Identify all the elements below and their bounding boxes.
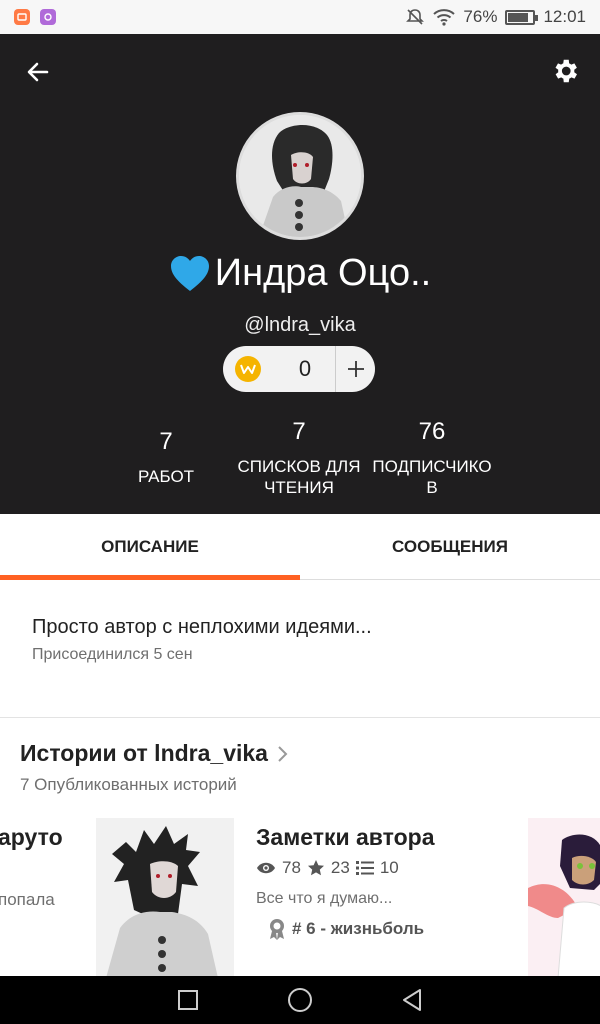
stat-followers-value: 76 xyxy=(418,418,446,445)
joined-date: Присоединился 5 сен xyxy=(32,646,193,663)
coin-count: 0 xyxy=(298,356,312,381)
stat-followers[interactable]: 76 ПОДПИСЧИКО В xyxy=(366,418,498,498)
stat-followers-label: ПОДПИСЧИКО В xyxy=(372,457,492,497)
mute-icon xyxy=(406,9,425,25)
plus-icon xyxy=(347,361,364,377)
story-description: Все что я думаю... xyxy=(256,890,393,907)
app-notification-icon xyxy=(14,9,30,25)
story-rank-text: # 6 - жизньболь xyxy=(292,919,425,938)
next-story-cover[interactable] xyxy=(528,818,600,976)
story-title[interactable]: Заметки автора xyxy=(256,824,435,851)
tab-description[interactable]: ОПИСАНИЕ xyxy=(0,514,300,580)
chevron-right-icon xyxy=(278,745,288,762)
app-notification-icon-2 xyxy=(40,9,56,25)
stat-works[interactable]: 7 РАБОТ xyxy=(126,428,206,487)
wifi-icon xyxy=(433,9,456,26)
battery-percent: 76% xyxy=(463,7,498,26)
profile-name: Индра Оцо.. xyxy=(214,252,432,294)
home-icon[interactable] xyxy=(287,987,313,1013)
about-section: Просто автор с неплохими идеями... Присо… xyxy=(0,580,600,718)
profile-header: Индра Оцо.. @lndra_vika 0 7 РАБОТ 7 СПИС… xyxy=(0,34,600,514)
heart-icon xyxy=(170,255,209,291)
story-rank: # 6 - жизньболь xyxy=(268,918,424,940)
stories-title: Истории от lndra_vika xyxy=(20,740,268,766)
ribbon-icon xyxy=(270,919,284,940)
story-stats: 78 23 10 xyxy=(256,858,399,878)
stat-works-label: РАБОТ xyxy=(137,467,195,486)
recent-apps-icon[interactable] xyxy=(177,989,199,1011)
stat-works-value: 7 xyxy=(159,428,173,455)
story-parts: 10 xyxy=(379,858,399,877)
stories-carousel: аруто попала Заметки автора 78 23 10 Все… xyxy=(0,812,600,976)
eye-icon xyxy=(257,862,275,874)
settings-gear-icon[interactable] xyxy=(546,52,584,90)
profile-handle: @lndra_vika xyxy=(244,314,356,336)
clock: 12:01 xyxy=(543,7,586,26)
profile-tabs: ОПИСАНИЕ СООБЩЕНИЯ xyxy=(0,514,600,580)
add-coins-button[interactable] xyxy=(336,346,375,392)
coin-icon xyxy=(235,356,261,382)
battery-icon xyxy=(505,9,539,25)
stories-header[interactable]: Истории от lndra_vika xyxy=(20,740,288,767)
back-nav-icon[interactable] xyxy=(401,988,423,1012)
system-nav-bar xyxy=(0,976,600,1024)
coins-widget: 0 xyxy=(223,346,375,392)
back-arrow-icon[interactable] xyxy=(20,54,56,90)
previous-story-title[interactable]: аруто xyxy=(0,824,63,851)
stat-reading-lists-label: СПИСКОВ ДЛЯ ЧТЕНИЯ xyxy=(237,457,361,497)
stories-count: 7 Опубликованных историй xyxy=(20,775,237,794)
previous-story-desc: попала xyxy=(0,890,55,909)
profile-description[interactable]: Просто автор с неплохими идеями... xyxy=(32,616,372,639)
story-views: 78 xyxy=(282,858,301,877)
star-icon xyxy=(307,860,324,876)
avatar[interactable] xyxy=(236,112,364,240)
stat-reading-lists[interactable]: 7 СПИСКОВ ДЛЯ ЧТЕНИЯ xyxy=(234,418,364,498)
story-votes: 23 xyxy=(330,858,350,877)
stat-reading-lists-value: 7 xyxy=(292,418,306,445)
parts-list-icon xyxy=(355,861,374,875)
tab-messages[interactable]: СООБЩЕНИЯ xyxy=(300,514,600,580)
story-cover[interactable] xyxy=(96,818,234,976)
status-bar: 76% 12:01 xyxy=(0,0,600,34)
